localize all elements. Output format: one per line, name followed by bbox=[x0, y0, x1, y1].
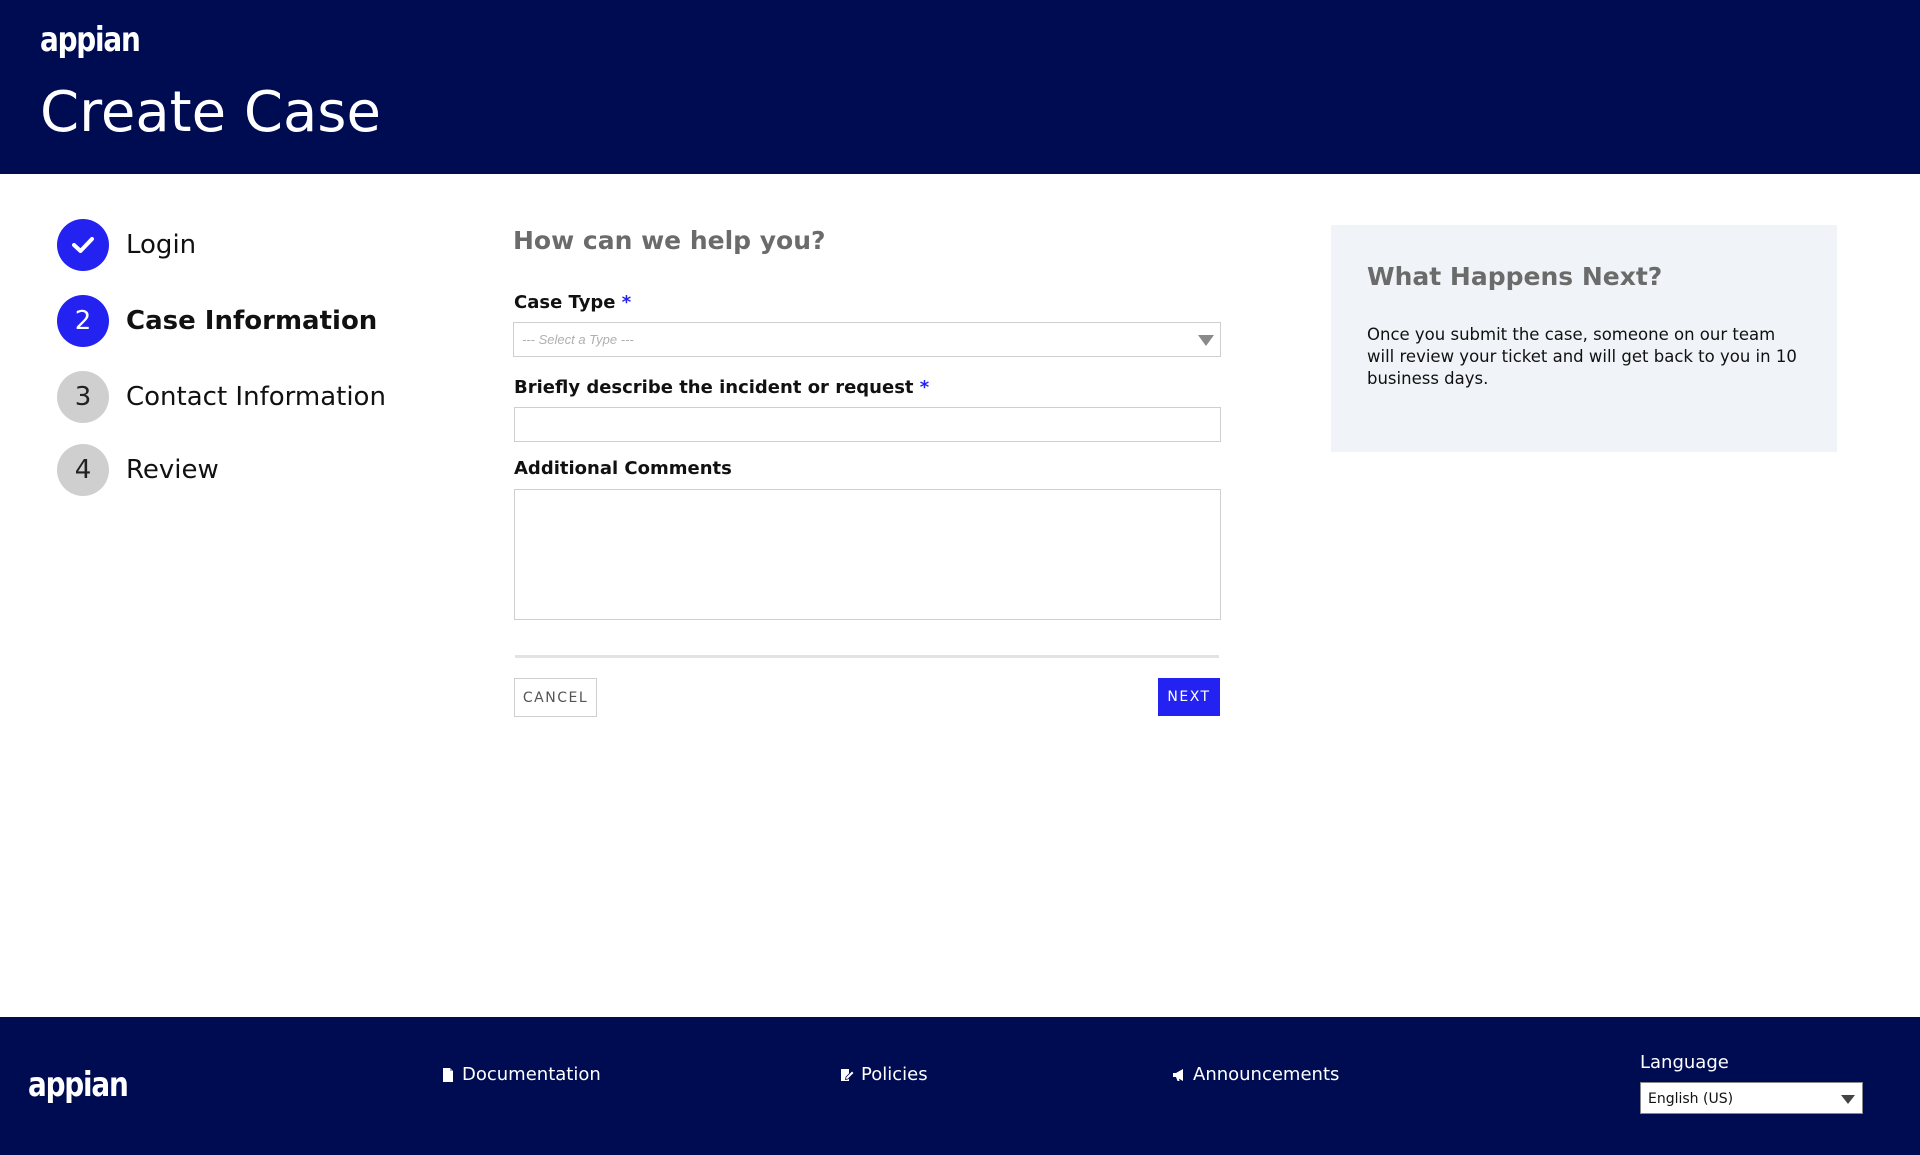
step-number: 2 bbox=[57, 295, 109, 347]
cancel-button[interactable]: CANCEL bbox=[514, 678, 597, 717]
check-icon bbox=[72, 237, 94, 253]
step-label: Review bbox=[126, 455, 219, 485]
what-happens-next-panel: What Happens Next? Once you submit the c… bbox=[1331, 225, 1837, 452]
section-title: How can we help you? bbox=[513, 226, 826, 255]
description-label-text: Briefly describe the incident or request bbox=[514, 377, 914, 398]
form-divider bbox=[515, 655, 1219, 658]
document-icon bbox=[443, 1067, 453, 1082]
comments-textarea[interactable] bbox=[514, 489, 1221, 620]
step-case-information: 2 Case Information bbox=[57, 295, 457, 347]
footer-link-label: Documentation bbox=[462, 1064, 601, 1085]
chevron-down-icon bbox=[1841, 1095, 1855, 1104]
language-select[interactable]: English (US) bbox=[1640, 1082, 1863, 1114]
page-title: Create Case bbox=[40, 80, 381, 145]
case-type-label: Case Type * bbox=[514, 292, 631, 313]
step-circle-complete bbox=[57, 219, 109, 271]
appian-logo[interactable]: appian bbox=[40, 20, 141, 60]
step-review: 4 Review bbox=[57, 444, 457, 496]
step-number: 4 bbox=[57, 444, 109, 496]
language-value: English (US) bbox=[1648, 1091, 1734, 1107]
required-marker: * bbox=[919, 377, 930, 398]
step-login: Login bbox=[57, 219, 457, 271]
appian-logo[interactable]: appian bbox=[28, 1065, 129, 1105]
page-footer: appian Documentation Policies Announceme… bbox=[0, 1017, 1920, 1155]
required-marker: * bbox=[621, 292, 632, 313]
footer-link-label: Policies bbox=[861, 1064, 928, 1085]
description-input[interactable] bbox=[514, 407, 1221, 442]
megaphone-icon bbox=[1173, 1068, 1183, 1081]
footer-link-policies[interactable]: Policies bbox=[840, 1064, 928, 1085]
info-text: Once you submit the case, someone on our… bbox=[1367, 325, 1797, 388]
step-label: Contact Information bbox=[126, 382, 386, 412]
edit-document-icon bbox=[841, 1068, 854, 1081]
page-header: appian Create Case bbox=[0, 0, 1920, 174]
case-type-label-text: Case Type bbox=[514, 292, 616, 313]
chevron-down-icon bbox=[1198, 335, 1214, 346]
case-type-select[interactable]: --- Select a Type --- bbox=[513, 322, 1221, 357]
next-button[interactable]: NEXT bbox=[1158, 678, 1220, 716]
footer-link-documentation[interactable]: Documentation bbox=[441, 1064, 601, 1085]
case-type-placeholder: --- Select a Type --- bbox=[522, 332, 634, 347]
step-number: 3 bbox=[57, 371, 109, 423]
info-title: What Happens Next? bbox=[1367, 262, 1663, 291]
step-label: Login bbox=[126, 230, 197, 260]
step-label: Case Information bbox=[126, 306, 378, 336]
description-label: Briefly describe the incident or request… bbox=[514, 377, 929, 398]
footer-link-label: Announcements bbox=[1193, 1064, 1340, 1085]
footer-link-announcements[interactable]: Announcements bbox=[1172, 1064, 1339, 1085]
step-contact-information: 3 Contact Information bbox=[57, 371, 457, 423]
language-label: Language bbox=[1640, 1052, 1729, 1073]
comments-label: Additional Comments bbox=[514, 458, 732, 479]
